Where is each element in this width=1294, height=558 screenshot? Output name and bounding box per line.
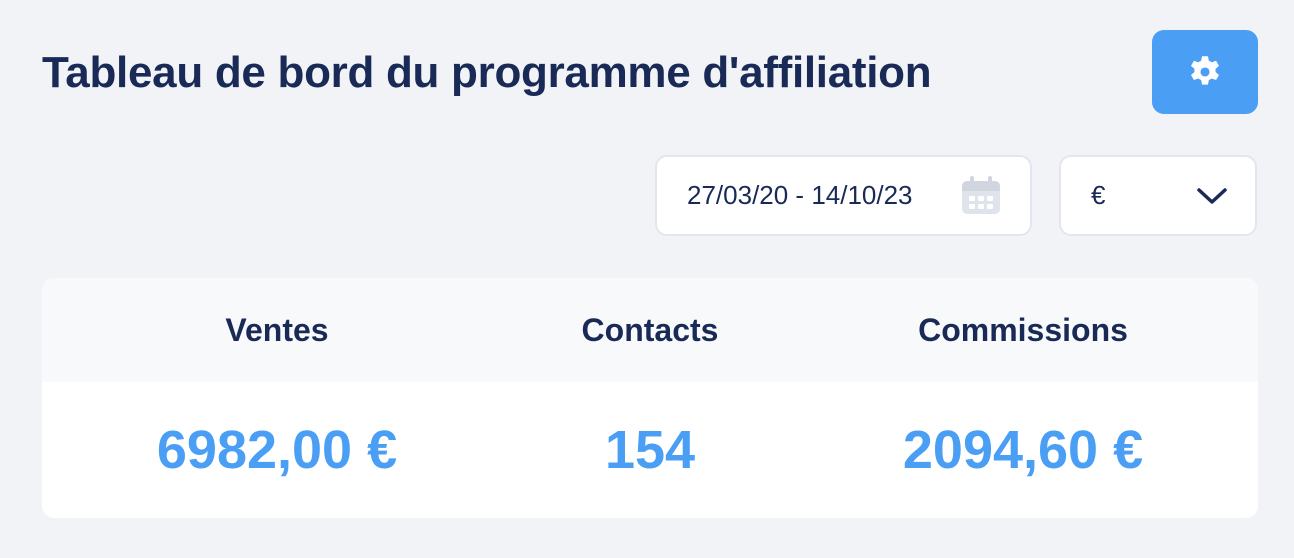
chevron-down-icon	[1195, 184, 1229, 208]
stat-contacts-label: Contacts	[581, 312, 719, 348]
currency-value: €	[1091, 180, 1106, 210]
date-range-value: 27/03/20 - 14/10/23	[687, 180, 913, 210]
stats-card: Ventes 6982,00 € Contacts 154 Commission…	[42, 278, 1258, 518]
stat-sales-value: 6982,00 €	[156, 420, 398, 480]
calendar-icon	[960, 175, 1002, 217]
page-title: Tableau de bord du programme d'affiliati…	[42, 48, 932, 97]
stat-sales-label: Ventes	[225, 312, 329, 348]
currency-select[interactable]: €	[1059, 155, 1257, 236]
stat-contacts-value: 154	[604, 420, 696, 480]
gear-icon	[1184, 51, 1226, 93]
date-range-picker[interactable]: 27/03/20 - 14/10/23	[655, 155, 1032, 236]
stat-commissions-value: 2094,60 €	[902, 420, 1144, 480]
stat-commissions-label: Commissions	[918, 312, 1128, 348]
settings-button[interactable]	[1152, 30, 1258, 114]
